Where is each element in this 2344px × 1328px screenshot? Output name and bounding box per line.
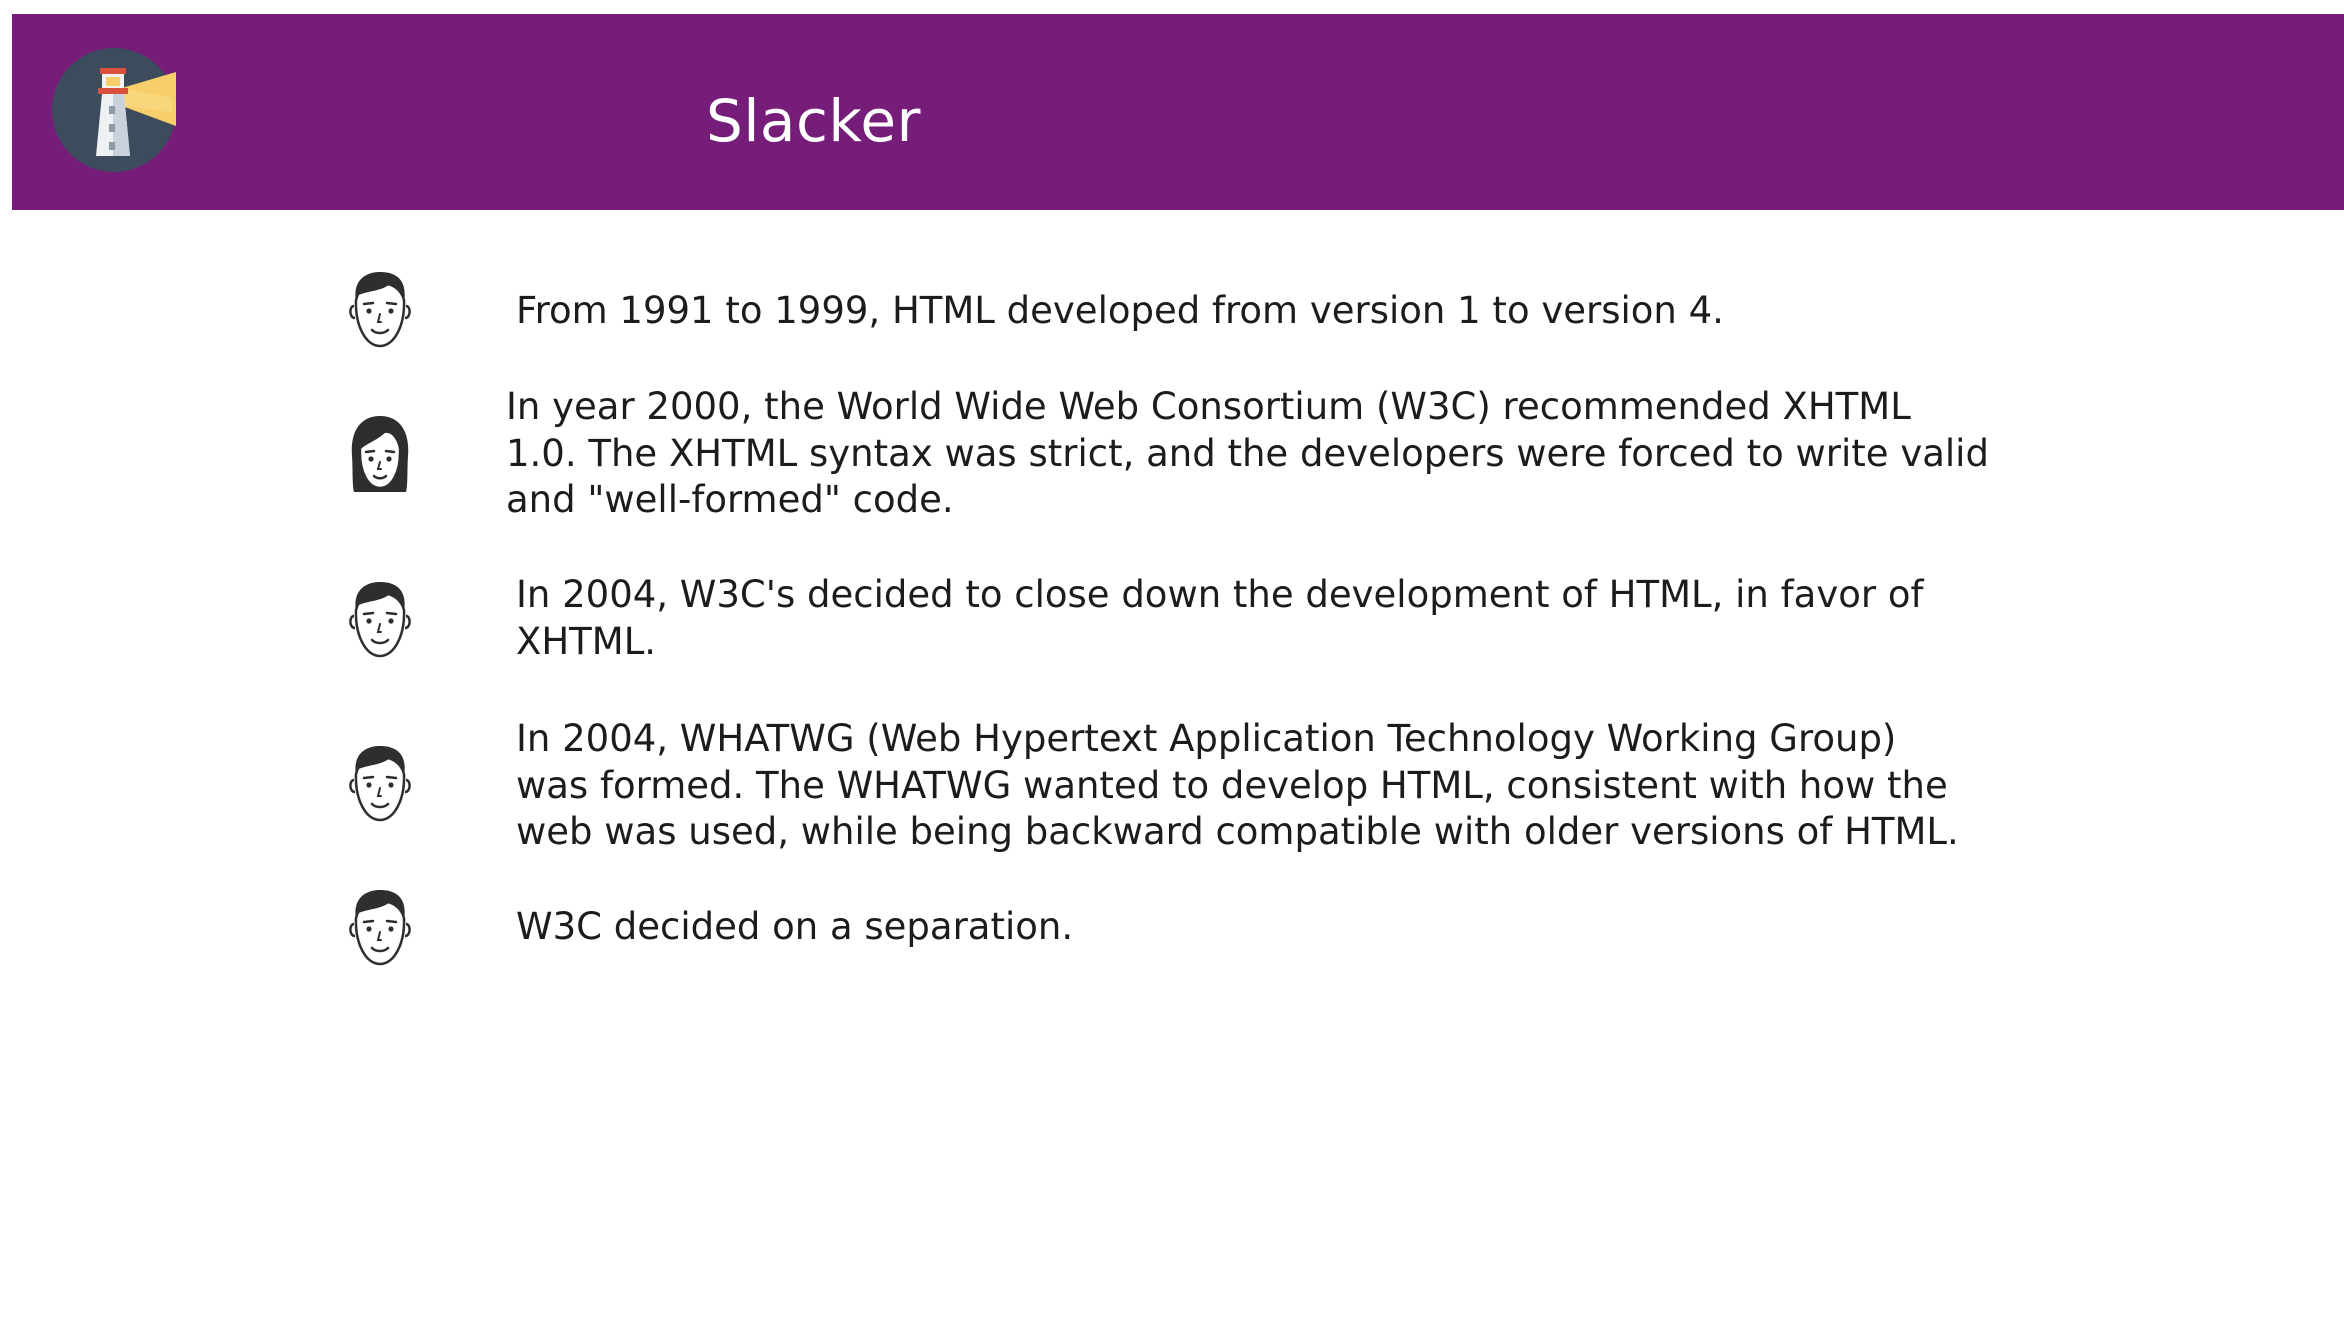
message-text: In year 2000, the World Wide Web Consort… — [506, 384, 1989, 524]
message-line: From 1991 to 1999, HTML developed from v… — [516, 289, 1724, 332]
message-line: was formed. The WHATWG wanted to develop… — [516, 763, 1948, 807]
slide-page: Slacker From 1991 to 1999, HTML develope… — [0, 0, 2344, 1328]
message-line: and "well-formed" code. — [506, 478, 954, 521]
message-line: In year 2000, the World Wide Web Consort… — [506, 385, 1911, 428]
male-avatar-icon — [346, 270, 414, 350]
message-line: In 2004, W3C's decided to close down the… — [516, 573, 1924, 616]
message-line: 1.0. The XHTML syntax was strict, and th… — [506, 431, 1989, 475]
male-avatar-icon — [346, 744, 414, 824]
message-text: From 1991 to 1999, HTML developed from v… — [516, 288, 1724, 335]
message-line: In 2004, WHATWG (Web Hypertext Applicati… — [516, 717, 1897, 760]
message-line: W3C decided on a separation. — [516, 905, 1074, 948]
message-text: In 2004, W3C's decided to close down the… — [516, 572, 1924, 665]
message-line: web was used, while being backward compa… — [516, 810, 1959, 853]
female-avatar-icon — [346, 414, 414, 494]
message-list: From 1991 to 1999, HTML developed from v… — [0, 0, 2344, 1328]
message-text: In 2004, WHATWG (Web Hypertext Applicati… — [516, 716, 1959, 856]
message-text: W3C decided on a separation. — [516, 904, 1073, 951]
male-avatar-icon — [346, 580, 414, 660]
message-line: XHTML. — [516, 619, 657, 663]
male-avatar-icon — [346, 888, 414, 968]
